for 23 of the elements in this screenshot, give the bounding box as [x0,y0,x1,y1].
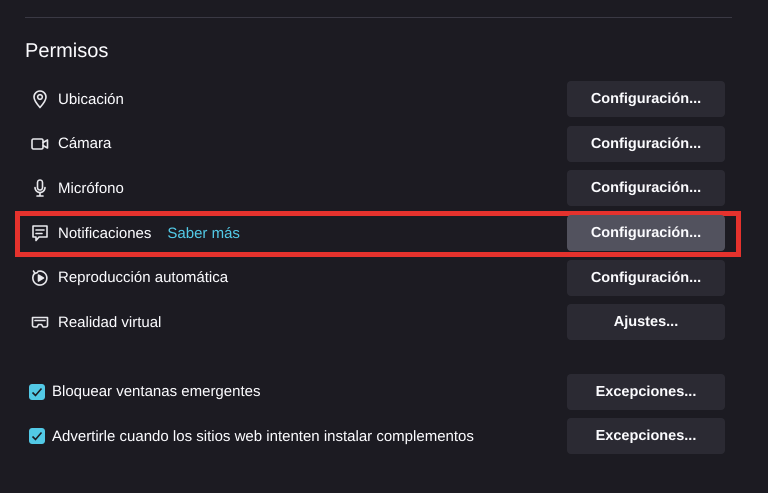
permission-label: Ubicación [58,90,124,108]
permission-label: Micrófono [58,180,124,197]
location-pin-icon [30,89,50,110]
play-circle-icon [30,268,50,288]
settings-button[interactable]: Configuración... [567,215,725,252]
settings-button[interactable]: Configuración... [567,126,725,162]
checkbox[interactable] [29,428,45,444]
settings-button[interactable]: Configuración... [567,170,725,206]
settings-button[interactable]: Ajustes... [567,304,725,340]
permission-label: Cámara [58,135,112,152]
section-heading: Permisos [25,39,110,64]
exceptions-button[interactable]: Excepciones... [567,418,725,454]
checkbox[interactable] [29,384,45,400]
option-label: Advertirle cuando los sitios web intenten instalar complementos [52,428,474,445]
permission-label: Notificaciones [58,224,152,242]
settings-button[interactable]: Configuración... [567,81,725,118]
settings-button[interactable]: Configuración... [567,260,725,296]
permission-label: Reproducción automática [58,269,228,286]
option-label: Bloquear ventanas emergentes [52,383,260,400]
permission-label: Realidad virtual [58,314,162,331]
speech-bubble-icon [30,223,50,244]
learn-more-link[interactable]: Saber más [167,224,240,242]
exceptions-button[interactable]: Excepciones... [567,374,725,410]
